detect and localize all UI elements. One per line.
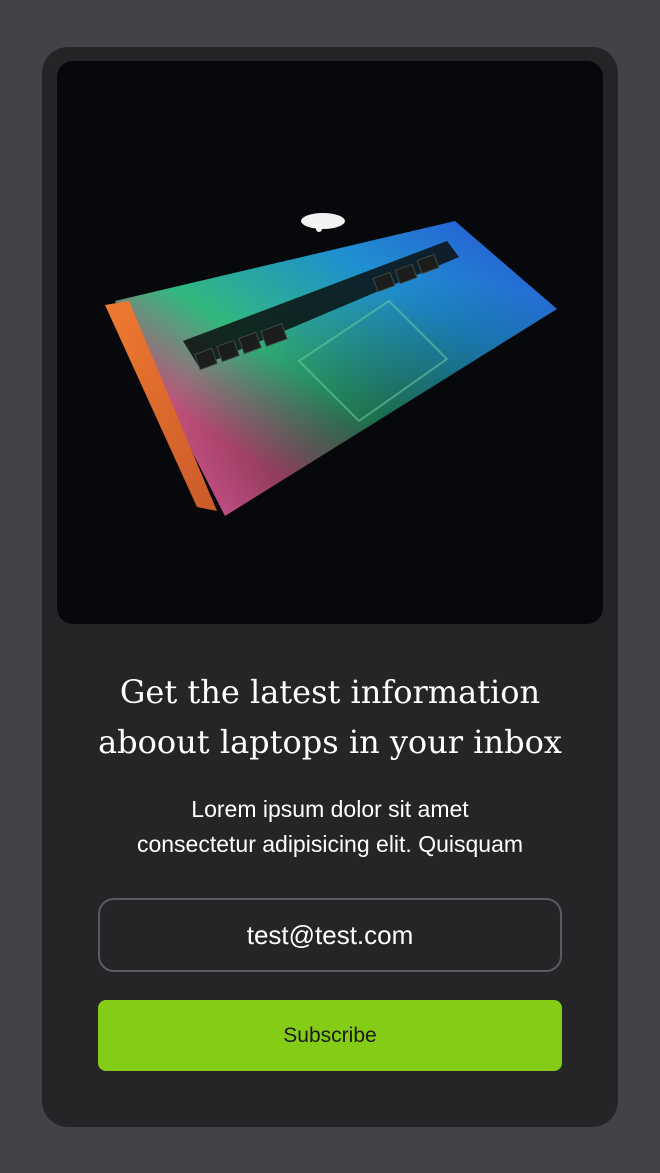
newsletter-description: Lorem ipsum dolor sit amet consectetur a… [92, 792, 568, 862]
description-line-1: Lorem ipsum dolor sit amet [191, 796, 469, 822]
title-line-2: aboout laptops in your inbox [98, 723, 562, 761]
newsletter-title: Get the latest information aboout laptop… [42, 667, 618, 767]
newsletter-card: Get the latest information aboout laptop… [42, 47, 618, 1127]
title-line-1: Get the latest information [119, 673, 541, 711]
laptop-hero-image [57, 61, 603, 624]
subscribe-button[interactable]: Subscribe [98, 1000, 562, 1071]
description-line-2: consectetur adipisicing elit. Quisquam [136, 831, 524, 857]
laptop-image [105, 213, 557, 516]
email-input[interactable] [98, 898, 562, 972]
